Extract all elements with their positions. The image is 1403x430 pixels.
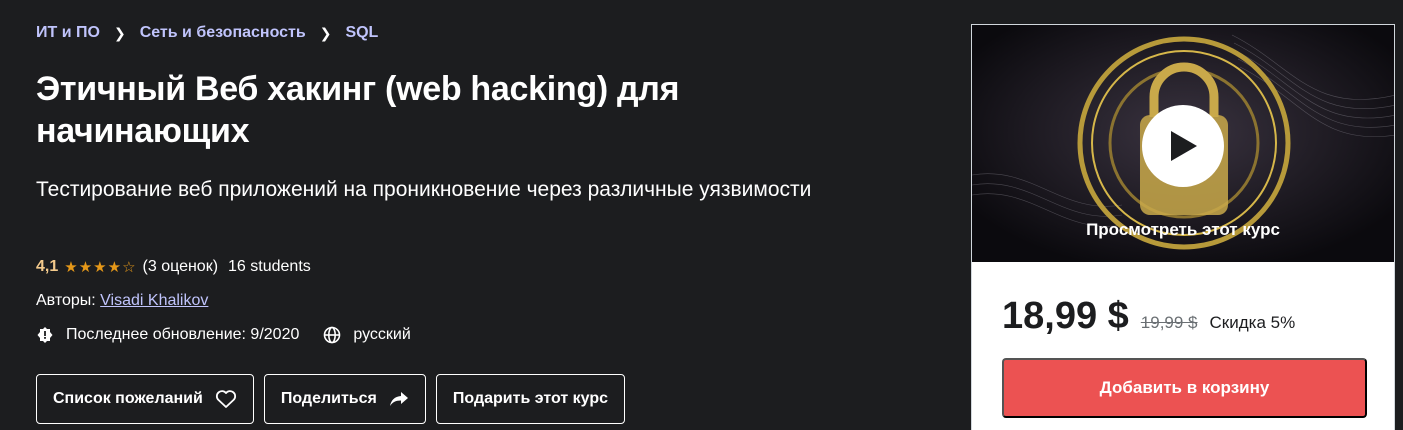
course-language: русский — [353, 326, 411, 343]
chevron-right-icon: ❯ — [113, 24, 126, 41]
purchase-card: Просмотреть этот курс 18,99 $ 19,99 $ Ск… — [971, 24, 1395, 430]
share-button[interactable]: Поделиться — [263, 374, 426, 424]
chevron-right-icon: ❯ — [319, 24, 332, 41]
original-price: 19,99 $ — [1140, 313, 1198, 332]
students-count: 16 students — [228, 258, 311, 275]
rating-stars: ★★★★☆ — [64, 258, 136, 276]
star-icon: ★ — [78, 259, 94, 276]
star-icon: ★ — [64, 259, 79, 276]
wishlist-label: Список пожеланий — [53, 390, 203, 407]
share-arrow-icon — [389, 391, 409, 407]
breadcrumb-link-it[interactable]: ИТ и ПО — [36, 24, 100, 42]
authors-row: Авторы: Visadi Khalikov — [36, 292, 208, 310]
badge-alert-icon — [36, 326, 54, 344]
heart-icon — [215, 389, 237, 409]
preview-label: Просмотреть этот курс — [1086, 220, 1280, 239]
globe-icon — [323, 326, 341, 344]
discount-badge: Скидка 5% — [1209, 313, 1296, 332]
star-icon: ★ — [107, 259, 123, 276]
course-title: Этичный Веб хакинг (web hacking) для нач… — [36, 70, 680, 150]
price-row: 18,99 $ 19,99 $ Скидка 5% — [1002, 295, 1295, 338]
course-subtitle: Тестирование веб приложений на проникнов… — [36, 178, 812, 201]
gift-course-button[interactable]: Подарить этот курс — [435, 374, 625, 424]
share-label: Поделиться — [280, 390, 377, 407]
authors-label: Авторы: — [36, 292, 96, 309]
last-update: Последнее обновление: 9/2020 — [66, 326, 300, 343]
current-price: 18,99 $ — [1002, 295, 1129, 337]
wishlist-button[interactable]: Список пожеланий — [36, 374, 254, 424]
play-icon[interactable] — [1142, 105, 1224, 187]
breadcrumb: ИТ и ПО ❯ Сеть и безопасность ❯ SQL — [36, 24, 378, 42]
gift-label: Подарить этот курс — [452, 390, 608, 407]
rating-row: 4,1 ★★★★☆ (3 оценок) 16 students — [36, 258, 311, 276]
star-icon: ★ — [93, 259, 108, 276]
star-empty-icon: ☆ — [122, 259, 137, 276]
add-to-cart-button[interactable]: Добавить в корзину — [1002, 358, 1367, 418]
breadcrumb-link-sql[interactable]: SQL — [345, 24, 378, 42]
author-link[interactable]: Visadi Khalikov — [100, 292, 208, 309]
action-buttons: Список пожеланий Поделиться Подарить это… — [36, 374, 625, 424]
meta-row: Последнее обновление: 9/2020 русский — [36, 326, 411, 344]
breadcrumb-link-network-security[interactable]: Сеть и безопасность — [140, 24, 306, 42]
rating-value: 4,1 — [36, 258, 59, 275]
course-preview[interactable]: Просмотреть этот курс — [972, 25, 1394, 262]
ratings-count[interactable]: (3 оценок) — [143, 258, 219, 276]
